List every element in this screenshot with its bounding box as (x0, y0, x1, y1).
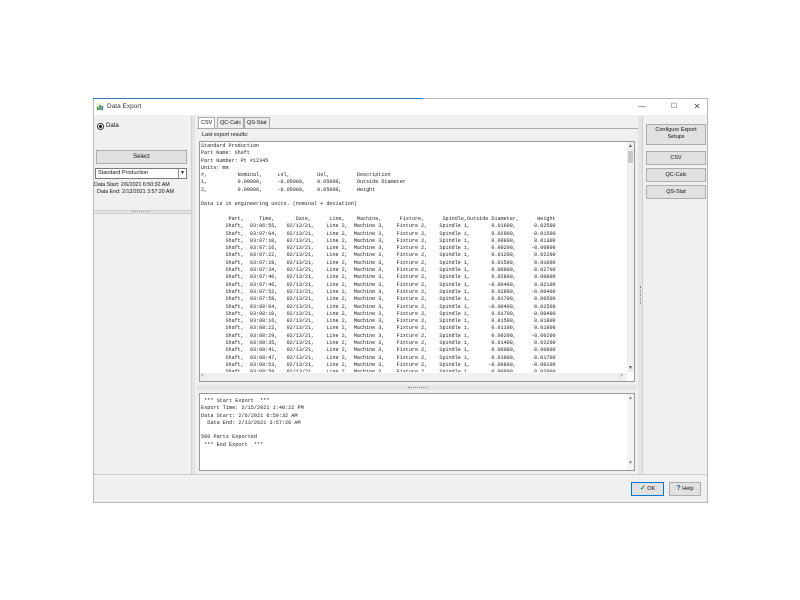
csv-line: Data is in engineering units. (nominal +… (201, 201, 357, 208)
tab-qc-calc[interactable]: QC-Calc (217, 117, 245, 128)
csv-vertical-scrollbar[interactable] (627, 142, 634, 372)
csv-line: Shaft, 03:08:35, 02/13/21, Line 2, Machi… (201, 340, 556, 347)
csv-line: Shaft, 03:07:10, 02/13/21, Line 2, Machi… (201, 237, 556, 244)
help-label: Help (682, 486, 694, 492)
configure-export-setups-button[interactable]: Configure Export Setups (646, 124, 706, 145)
log-line: *** End Export *** (201, 441, 264, 448)
scroll-down-icon[interactable]: ▼ (627, 364, 634, 372)
splitter-grip-icon (132, 211, 150, 212)
csv-line: Shaft, 03:08:41, 02/13/21, Line 2, Machi… (201, 347, 556, 354)
scroll-up-icon[interactable]: ▲ (627, 142, 634, 150)
close-button[interactable]: ✕ (690, 99, 704, 115)
csv-line: Shaft, 03:07:34, 02/13/21, Line 2, Machi… (201, 267, 556, 274)
window-title: Data Export (107, 103, 142, 110)
csv-line: Shaft, 03:07:40, 02/13/21, Line 2, Machi… (201, 274, 556, 281)
csv-button[interactable]: CSV (646, 151, 706, 165)
csv-line: Shaft, 03:07:28, 02/13/21, Line 2, Machi… (201, 259, 556, 266)
csv-line: Shaft, 03:06:55, 02/13/21, Line 2, Machi… (201, 223, 556, 230)
ok-button[interactable]: ✓ OK (631, 482, 664, 496)
tab-divider (197, 128, 639, 129)
csv-line: Shaft, 03:08:16, 02/13/21, Line 2, Machi… (201, 318, 556, 325)
data-end-label: Data End: 2/13/2021 3:57:20 AM (97, 189, 174, 195)
scrollbar-thumb[interactable] (628, 151, 633, 163)
last-export-results-label: Last export results: (202, 132, 249, 138)
scroll-left-icon[interactable]: < (201, 373, 204, 379)
data-export-app-icon (96, 103, 104, 111)
csv-horizontal-scrollbar[interactable] (200, 373, 627, 381)
configure-label-line-2: Setups (667, 133, 685, 140)
log-line: Data End: 2/13/2021 3:57:20 AM (201, 419, 301, 426)
scroll-down-icon[interactable]: ▼ (627, 460, 634, 466)
log-line: Data Start: 2/6/2021 6:50:32 AM (201, 412, 298, 419)
configure-label-line-1: Configure Export (655, 127, 697, 133)
log-line: 500 Parts Exported (201, 434, 258, 441)
log-line: Export Time: 2/15/2021 1:40:22 PM (201, 405, 304, 412)
scroll-right-icon[interactable]: > (620, 373, 623, 379)
csv-line: Standard Production (201, 143, 260, 149)
qs-stat-button[interactable]: QS-Stat (646, 185, 706, 199)
minimize-button[interactable]: — (635, 99, 649, 115)
qc-calc-button[interactable]: QC-Calc (646, 168, 706, 182)
csv-line: Shaft, 03:07:58, 02/13/21, Line 2, Machi… (201, 296, 556, 303)
data-radio-selected-dot (99, 125, 102, 128)
csv-line: 1, 0.00000, -0.05000, 0.05000, Outside D… (201, 179, 406, 186)
csv-line: Part Name: Shaft (201, 150, 250, 157)
csv-line: Shaft, 03:08:04, 02/13/21, Line 2, Machi… (201, 303, 556, 310)
csv-line: Units: mm (201, 164, 229, 171)
checkmark-icon: ✓ (639, 485, 646, 492)
csv-line: Shaft, 03:07:16, 02/13/21, Line 2, Machi… (201, 245, 556, 252)
csv-line: Part Number: Pt #12345 (201, 157, 269, 164)
help-button[interactable]: ? Help (669, 482, 701, 496)
chevron-down-icon[interactable]: ▼ (178, 169, 186, 178)
tab-qs-stat[interactable]: QS-Stat (244, 117, 270, 128)
csv-line: Shaft, 03:07:22, 02/13/21, Line 2, Machi… (201, 252, 556, 259)
select-button[interactable]: Select (96, 150, 187, 164)
csv-line: 2, 0.00000, -0.05000, 0.05000, Height (201, 186, 376, 193)
csv-results-text[interactable]: Standard Production Part Name: Shaft Part … (201, 143, 627, 372)
csv-line: Shaft, 03:08:10, 02/13/21, Line 2, Machi… (201, 310, 556, 317)
data-radio-label[interactable]: Data (106, 123, 119, 129)
splitter-grip-icon (408, 387, 428, 388)
csv-line: Part, Time, Date, Line, Machine, Fixture… (201, 215, 556, 222)
scroll-up-icon[interactable]: ▲ (627, 395, 634, 401)
log-line: *** Start Export *** (201, 398, 270, 404)
question-mark-icon: ? (676, 485, 681, 492)
title-bar[interactable] (94, 99, 707, 115)
csv-line: Shaft, 03:08:59, 02/13/21, Line 2, Machi… (201, 369, 627, 372)
export-setup-dropdown[interactable]: Standard Production (95, 168, 187, 179)
csv-line: Shaft, 03:08:47, 02/13/21, Line 2, Machi… (201, 354, 556, 361)
csv-line: Shaft, 03:08:22, 02/13/21, Line 2, Machi… (201, 325, 556, 332)
footer-bar (94, 474, 707, 502)
ok-label: OK (647, 486, 656, 492)
csv-line: Shaft, 03:08:29, 02/13/21, Line 2, Machi… (201, 332, 556, 339)
csv-line: Shaft, 03:07:52, 02/13/21, Line 2, Machi… (201, 288, 556, 295)
data-start-label: Data Start: 2/6/2021 6:50:32 AM (94, 182, 170, 188)
csv-line: Shaft, 03:07:04, 02/13/21, Line 2, Machi… (201, 230, 556, 237)
log-vertical-scrollbar[interactable] (627, 394, 634, 470)
csv-line (201, 194, 627, 201)
left-vertical-splitter[interactable] (191, 116, 195, 474)
csv-line: Shaft, 03:07:46, 02/13/21, Line 2, Machi… (201, 281, 556, 288)
csv-line (201, 209, 627, 216)
csv-line: #, Nominal, Lsl, Usl, Description (201, 172, 391, 179)
csv-line: Shaft, 03:08:53, 02/13/21, Line 2, Machi… (201, 361, 556, 368)
export-log-text[interactable]: *** Start Export *** Export Time: 2/15/20… (201, 398, 621, 466)
maximize-button[interactable]: ☐ (667, 99, 681, 115)
splitter-grip-icon (640, 286, 641, 304)
